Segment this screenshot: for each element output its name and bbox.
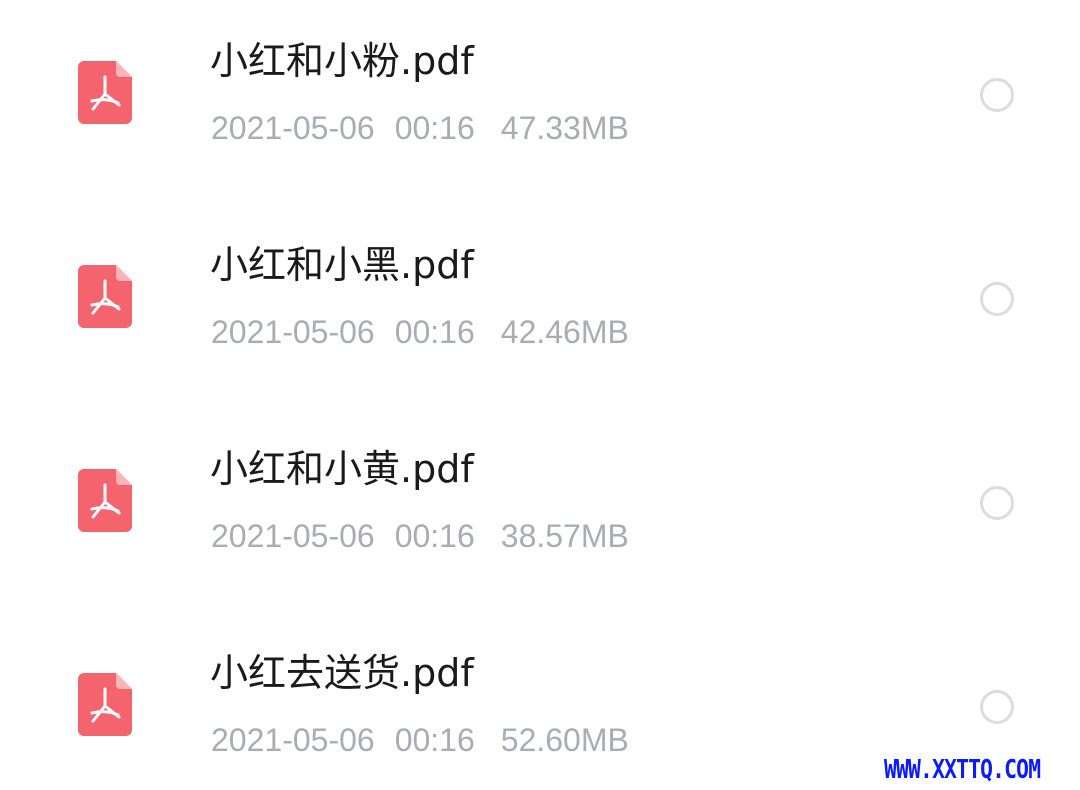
select-radio[interactable] — [980, 486, 1014, 520]
file-item[interactable]: 小红和小黑.pdf 2021-05-06 00:16 42.46MB — [0, 198, 1080, 402]
file-date: 2021-05-06 — [211, 314, 375, 350]
select-radio[interactable] — [980, 282, 1014, 316]
pdf-icon — [78, 265, 132, 328]
file-time: 00:16 — [394, 722, 475, 758]
file-time: 00:16 — [394, 518, 475, 554]
file-size: 42.46MB — [500, 314, 629, 350]
file-meta: 2021-05-06 00:16 47.33MB — [211, 108, 629, 148]
file-time: 00:16 — [394, 110, 475, 146]
file-item[interactable]: 小红和小粉.pdf 2021-05-06 00:16 47.33MB — [0, 0, 1080, 198]
file-list: 小红和小粉.pdf 2021-05-06 00:16 47.33MB 小红和小黑.p… — [0, 0, 1080, 790]
file-name: 小红和小黑.pdf — [210, 243, 474, 287]
file-size: 52.60MB — [500, 722, 629, 758]
pdf-icon — [78, 61, 132, 124]
file-name: 小红去送货.pdf — [210, 651, 474, 695]
file-time: 00:16 — [394, 314, 475, 350]
file-meta: 2021-05-06 00:16 42.46MB — [211, 312, 629, 352]
file-date: 2021-05-06 — [211, 110, 375, 146]
file-name: 小红和小粉.pdf — [210, 39, 474, 83]
file-meta: 2021-05-06 00:16 38.57MB — [211, 516, 629, 556]
file-size: 38.57MB — [500, 518, 629, 554]
file-date: 2021-05-06 — [211, 722, 375, 758]
pdf-icon — [78, 673, 132, 736]
select-radio[interactable] — [980, 78, 1014, 112]
file-date: 2021-05-06 — [211, 518, 375, 554]
watermark: WWW.XXTTQ.COM — [884, 755, 1041, 785]
file-size: 47.33MB — [500, 110, 629, 146]
file-item[interactable]: 小红和小黄.pdf 2021-05-06 00:16 38.57MB — [0, 402, 1080, 606]
pdf-icon — [78, 469, 132, 532]
file-name: 小红和小黄.pdf — [210, 447, 474, 491]
select-radio[interactable] — [980, 690, 1014, 724]
file-meta: 2021-05-06 00:16 52.60MB — [211, 720, 629, 760]
